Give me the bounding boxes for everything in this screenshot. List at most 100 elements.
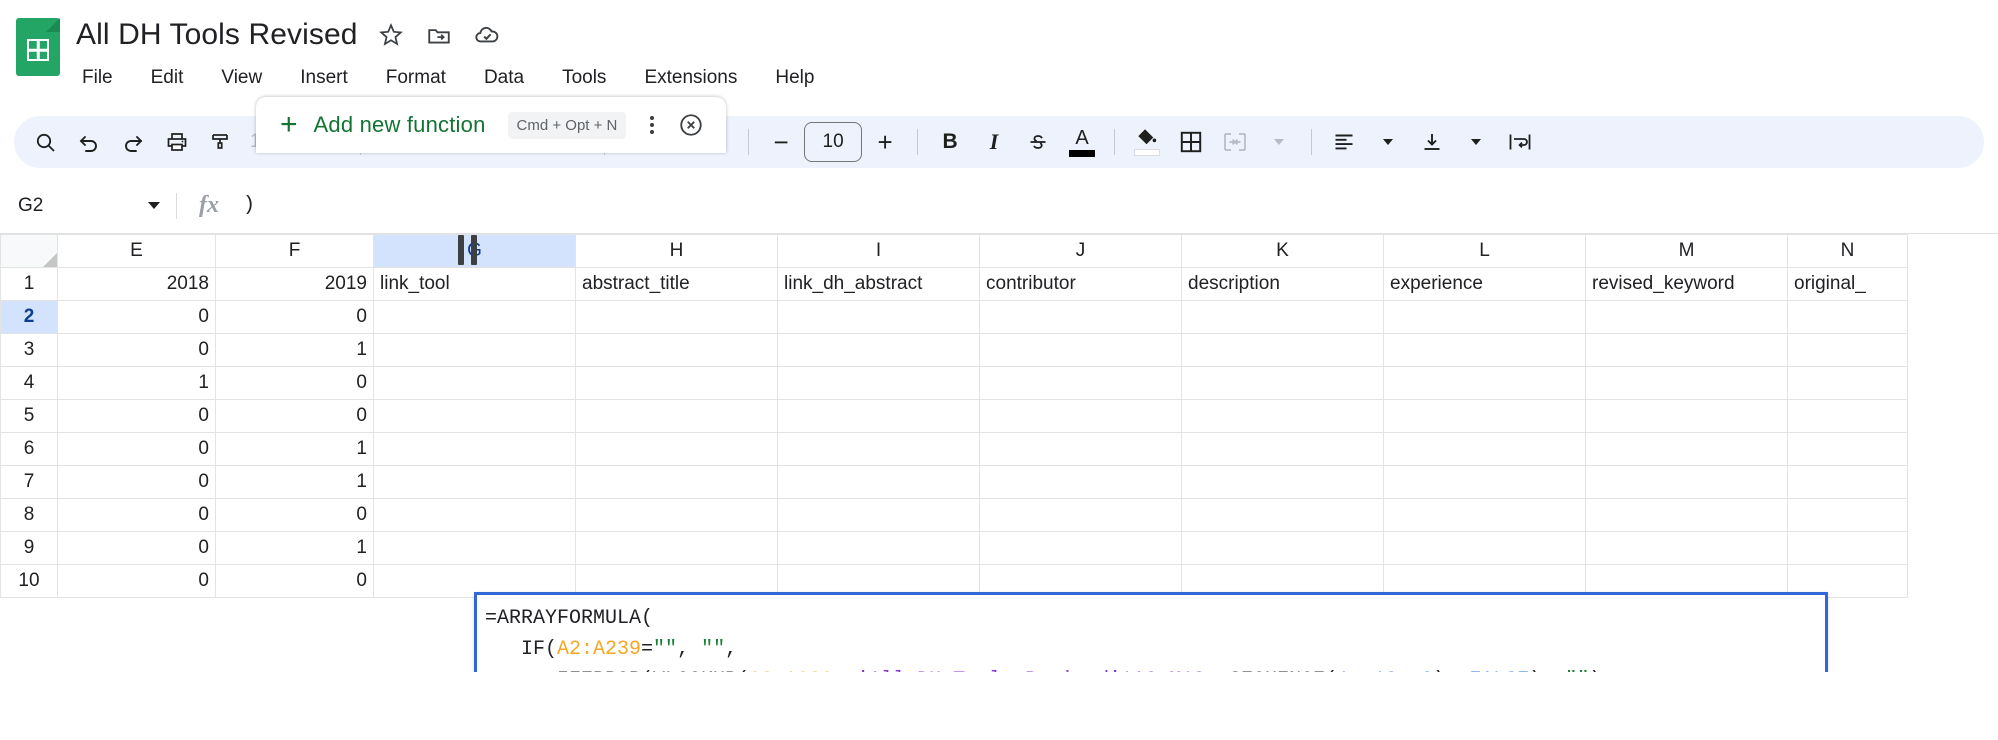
cell-L7[interactable] xyxy=(1383,465,1586,499)
italic-button[interactable]: I xyxy=(973,121,1015,163)
cell-F5[interactable]: 0 xyxy=(215,399,374,433)
row-header-4[interactable]: 4 xyxy=(0,366,58,400)
row-header-9[interactable]: 9 xyxy=(0,531,58,565)
decrease-font-size-button[interactable]: − xyxy=(760,121,802,163)
cell-N3[interactable] xyxy=(1787,333,1908,367)
cell-I7[interactable] xyxy=(777,465,980,499)
menu-extensions[interactable]: Extensions xyxy=(640,64,741,92)
menu-data[interactable]: Data xyxy=(480,64,528,92)
cell-M3[interactable] xyxy=(1585,333,1788,367)
cell-L6[interactable] xyxy=(1383,432,1586,466)
cell-N7[interactable] xyxy=(1787,465,1908,499)
horizontal-align-caret-icon[interactable] xyxy=(1367,121,1409,163)
sheets-logo-icon[interactable] xyxy=(16,18,60,76)
bold-button[interactable]: B xyxy=(929,121,971,163)
cell-K3[interactable] xyxy=(1181,333,1384,367)
cell-J7[interactable] xyxy=(979,465,1182,499)
cell-M7[interactable] xyxy=(1585,465,1788,499)
cell-H5[interactable] xyxy=(575,399,778,433)
cell-I1[interactable]: link_dh_abstract xyxy=(777,267,980,301)
more-options-icon[interactable] xyxy=(642,112,662,138)
cell-H1[interactable]: abstract_title xyxy=(575,267,778,301)
cell-E3[interactable]: 0 xyxy=(57,333,216,367)
column-header-I[interactable]: I xyxy=(777,234,980,268)
cell-L4[interactable] xyxy=(1383,366,1586,400)
cell-E10[interactable]: 0 xyxy=(57,564,216,598)
cell-G9[interactable] xyxy=(373,531,576,565)
cell-H4[interactable] xyxy=(575,366,778,400)
undo-icon[interactable] xyxy=(68,121,110,163)
cell-I2[interactable] xyxy=(777,300,980,334)
menu-tools[interactable]: Tools xyxy=(558,64,610,92)
row-header-3[interactable]: 3 xyxy=(0,333,58,367)
cell-H9[interactable] xyxy=(575,531,778,565)
star-icon[interactable] xyxy=(376,20,406,50)
column-header-K[interactable]: K xyxy=(1181,234,1384,268)
menu-format[interactable]: Format xyxy=(382,64,450,92)
cell-E2[interactable]: 0 xyxy=(57,300,216,334)
cell-E1[interactable]: 2018 xyxy=(57,267,216,301)
cell-G7[interactable] xyxy=(373,465,576,499)
cell-L8[interactable] xyxy=(1383,498,1586,532)
cell-J6[interactable] xyxy=(979,432,1182,466)
menu-edit[interactable]: Edit xyxy=(147,64,188,92)
cell-J8[interactable] xyxy=(979,498,1182,532)
cell-L9[interactable] xyxy=(1383,531,1586,565)
cell-J1[interactable]: contributor xyxy=(979,267,1182,301)
cell-M1[interactable]: revised_keyword xyxy=(1585,267,1788,301)
cell-H6[interactable] xyxy=(575,432,778,466)
search-icon[interactable] xyxy=(24,121,66,163)
row-header-2[interactable]: 2 xyxy=(0,300,58,334)
cell-K6[interactable] xyxy=(1181,432,1384,466)
cell-I4[interactable] xyxy=(777,366,980,400)
cell-H3[interactable] xyxy=(575,333,778,367)
menu-insert[interactable]: Insert xyxy=(296,64,352,92)
cell-M5[interactable] xyxy=(1585,399,1788,433)
cell-F2[interactable]: 0 xyxy=(215,300,374,334)
cell-E6[interactable]: 0 xyxy=(57,432,216,466)
cell-F9[interactable]: 1 xyxy=(215,531,374,565)
name-box[interactable]: G2 xyxy=(0,178,176,233)
cell-formula-editor[interactable]: =ARRAYFORMULA( IF(A2:A239="", "", IFERRO… xyxy=(474,592,1828,672)
cell-E8[interactable]: 0 xyxy=(57,498,216,532)
row-header-1[interactable]: 1 xyxy=(0,267,58,301)
cell-G6[interactable] xyxy=(373,432,576,466)
cell-E4[interactable]: 1 xyxy=(57,366,216,400)
cell-M8[interactable] xyxy=(1585,498,1788,532)
column-header-L[interactable]: L xyxy=(1383,234,1586,268)
cell-K9[interactable] xyxy=(1181,531,1384,565)
column-header-E[interactable]: E xyxy=(57,234,216,268)
cell-N8[interactable] xyxy=(1787,498,1908,532)
fill-color-icon[interactable] xyxy=(1126,121,1168,163)
cell-N4[interactable] xyxy=(1787,366,1908,400)
cell-F7[interactable]: 1 xyxy=(215,465,374,499)
cell-G2[interactable] xyxy=(373,300,576,334)
formula-input[interactable]: ) xyxy=(241,194,1998,217)
menu-view[interactable]: View xyxy=(217,64,266,92)
cell-N2[interactable] xyxy=(1787,300,1908,334)
cell-G8[interactable] xyxy=(373,498,576,532)
cell-F3[interactable]: 1 xyxy=(215,333,374,367)
cell-M6[interactable] xyxy=(1585,432,1788,466)
redo-icon[interactable] xyxy=(112,121,154,163)
cell-G4[interactable] xyxy=(373,366,576,400)
cell-M9[interactable] xyxy=(1585,531,1788,565)
cell-I6[interactable] xyxy=(777,432,980,466)
text-wrap-icon[interactable] xyxy=(1499,121,1541,163)
cell-H7[interactable] xyxy=(575,465,778,499)
cell-K8[interactable] xyxy=(1181,498,1384,532)
cell-K1[interactable]: description xyxy=(1181,267,1384,301)
cell-M2[interactable] xyxy=(1585,300,1788,334)
vertical-align-caret-icon[interactable] xyxy=(1455,121,1497,163)
cell-L5[interactable] xyxy=(1383,399,1586,433)
move-to-folder-icon[interactable] xyxy=(424,20,454,50)
cell-N6[interactable] xyxy=(1787,432,1908,466)
menu-help[interactable]: Help xyxy=(771,64,818,92)
cell-F6[interactable]: 1 xyxy=(215,432,374,466)
row-header-10[interactable]: 10 xyxy=(0,564,58,598)
text-color-button[interactable]: A xyxy=(1061,121,1103,163)
borders-icon[interactable] xyxy=(1170,121,1212,163)
cell-L2[interactable] xyxy=(1383,300,1586,334)
column-resize-handle-left[interactable] xyxy=(458,235,464,265)
merge-cells-caret-icon[interactable] xyxy=(1258,121,1300,163)
